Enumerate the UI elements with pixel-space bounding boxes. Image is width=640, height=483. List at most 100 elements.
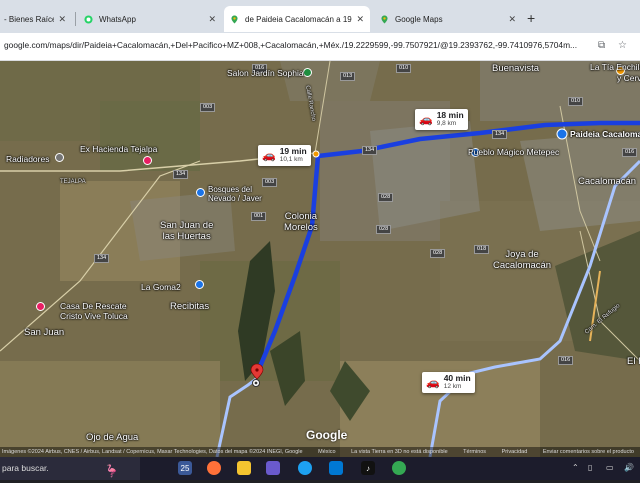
place-label: TEJALPA [60, 179, 86, 185]
address-bar: google.com/maps/dir/Paideia+Cacalomacán,… [0, 33, 640, 61]
map-canvas[interactable]: 013 003 016 134 134 134 134 001 028 028 … [0, 61, 640, 457]
3d-notice: La vista Tierra en 3D no está disponible [351, 449, 448, 455]
road-code: 016 [558, 356, 574, 365]
route-card-40min[interactable]: 🚗 40 min 12 km [422, 372, 475, 393]
close-icon[interactable]: ✕ [356, 14, 364, 25]
file-explorer-icon[interactable] [237, 461, 251, 475]
tab-separator [75, 12, 76, 26]
close-icon[interactable]: ✕ [508, 14, 516, 25]
chevron-up-icon[interactable]: ⌃ [572, 463, 579, 472]
google-logo: Google [306, 428, 348, 442]
route-card-18min[interactable]: 🚗 18 min 9,8 km [415, 109, 468, 130]
route-time: 19 min [279, 146, 307, 156]
tab-google-maps[interactable]: Google Maps ✕ [374, 6, 522, 32]
tiktok-icon[interactable]: ♪ [361, 461, 375, 475]
place-pin-icon[interactable] [55, 153, 64, 162]
taskbar-search-box[interactable]: para buscar. 🦩 [0, 457, 140, 480]
route-time: 18 min [436, 110, 464, 120]
firefox-icon[interactable] [207, 461, 221, 475]
road-code: 134 [94, 254, 110, 263]
place-label: Recibitas [170, 301, 210, 312]
road-code: 028 [376, 225, 392, 234]
place-pin-icon[interactable] [195, 280, 204, 289]
feedback-link[interactable]: Enviar comentarios sobre el producto [543, 449, 634, 455]
tab-bienes-raices[interactable]: - Bienes Raíces ✕ [0, 6, 72, 32]
place-label[interactable]: Casa De Rescate Cristo Vive Toluca [60, 301, 128, 321]
map-attribution-footer: Imágenes ©2024 Airbus, CNES / Airbus, La… [0, 447, 640, 457]
place-label: El R [627, 356, 640, 367]
google-maps-icon [231, 14, 238, 24]
road-code: 003 [262, 178, 278, 187]
road-code: 010 [396, 64, 412, 73]
windows-taskbar: para buscar. 🦩 25 ♪ ⌃ ▯ ▭ 🔊 [0, 457, 640, 480]
privacy-link[interactable]: Privacidad [502, 449, 528, 455]
road-code: 028 [430, 249, 446, 258]
place-label[interactable]: Pueblo Mágico Metepec [468, 147, 559, 157]
road-code: 028 [378, 193, 394, 202]
place-label[interactable]: Paideia Cacalomacán [570, 129, 640, 139]
place-label: Ojo de Agua [86, 432, 139, 443]
network-icon[interactable]: ▯ [588, 463, 592, 472]
place-label[interactable]: Radiadores [6, 154, 49, 164]
search-placeholder: para buscar. [2, 463, 49, 473]
road-code: 001 [251, 212, 267, 221]
place-label[interactable]: Buenavista [492, 63, 539, 74]
place-label: San Juan de las Huertas [160, 220, 214, 242]
tab-label: Google Maps [395, 14, 443, 24]
tab-whatsapp[interactable]: WhatsApp ✕ [78, 6, 222, 32]
place-label[interactable]: y Cerv [617, 73, 640, 83]
google-maps-icon [381, 14, 388, 24]
tab-label: - Bienes Raíces [4, 14, 55, 24]
place-label: Joya de Cacalomacán [493, 249, 552, 271]
route-distance: 12 km [443, 383, 462, 390]
park-pin-icon[interactable] [303, 68, 312, 77]
app-icon[interactable] [266, 461, 280, 475]
place-label: Colonia Morelos [284, 211, 318, 233]
road-code: 018 [474, 245, 490, 254]
place-label[interactable]: La Goma2 [141, 282, 181, 292]
road-code: 134 [362, 146, 378, 155]
place-label[interactable]: Bosques del Nevado / Javer [208, 185, 262, 203]
route-distance: 10,1 km [279, 156, 303, 163]
route-time: 40 min [443, 373, 471, 383]
place-label: San Juan [24, 327, 65, 338]
weather-icon[interactable]: 25 [178, 461, 192, 475]
place-label: Cacalomacán [578, 176, 637, 187]
place-label[interactable]: Ex Hacienda Tejalpa [80, 144, 157, 154]
route-card-19min[interactable]: 🚗 19 min 10,1 km [258, 145, 311, 166]
twitter-icon[interactable] [298, 461, 312, 475]
place-pin-icon[interactable] [36, 302, 45, 311]
route-distance: 9,8 km [436, 120, 457, 127]
road-code: 013 [340, 72, 356, 81]
chrome-icon[interactable] [392, 461, 406, 475]
whatsapp-icon [84, 14, 93, 24]
install-app-icon[interactable]: ⧉ [598, 40, 605, 51]
close-icon[interactable]: ✕ [58, 14, 66, 25]
close-icon[interactable]: ✕ [208, 14, 216, 25]
attribution-text: Imágenes ©2024 Airbus, CNES / Airbus, La… [2, 449, 303, 455]
tab-label: WhatsApp [99, 14, 136, 24]
road-code: 016 [622, 148, 638, 157]
volume-icon[interactable]: 🔊 [624, 463, 634, 472]
url-field[interactable]: google.com/maps/dir/Paideia+Cacalomacán,… [4, 40, 588, 50]
place-pin-icon[interactable] [196, 188, 205, 197]
new-tab-button[interactable]: + [527, 10, 535, 26]
road-code: 010 [568, 97, 584, 106]
outlook-icon[interactable] [329, 461, 343, 475]
tab-label: de Paideia Cacalomacán a 19.2 [245, 14, 353, 24]
battery-icon[interactable]: ▭ [606, 463, 614, 472]
road-code: 134 [492, 130, 508, 139]
car-icon: 🚗 [419, 114, 433, 126]
place-label[interactable]: La Tía Enchiladas [590, 62, 640, 72]
tab-route-active[interactable]: de Paideia Cacalomacán a 19.2 ✕ [224, 6, 370, 32]
place-label[interactable]: Salon Jardín Sophia [227, 68, 304, 78]
car-icon: 🚗 [426, 377, 440, 389]
car-icon: 🚗 [262, 150, 276, 162]
region-link[interactable]: México [318, 449, 335, 455]
place-pin-icon[interactable] [143, 156, 152, 165]
road-code: 134 [173, 170, 189, 179]
road-code: 003 [200, 103, 216, 112]
bookmark-star-icon[interactable]: ☆ [618, 40, 627, 51]
browser-tab-strip: - Bienes Raíces ✕ WhatsApp ✕ de Paideia … [0, 0, 640, 36]
terms-link[interactable]: Términos [463, 449, 486, 455]
